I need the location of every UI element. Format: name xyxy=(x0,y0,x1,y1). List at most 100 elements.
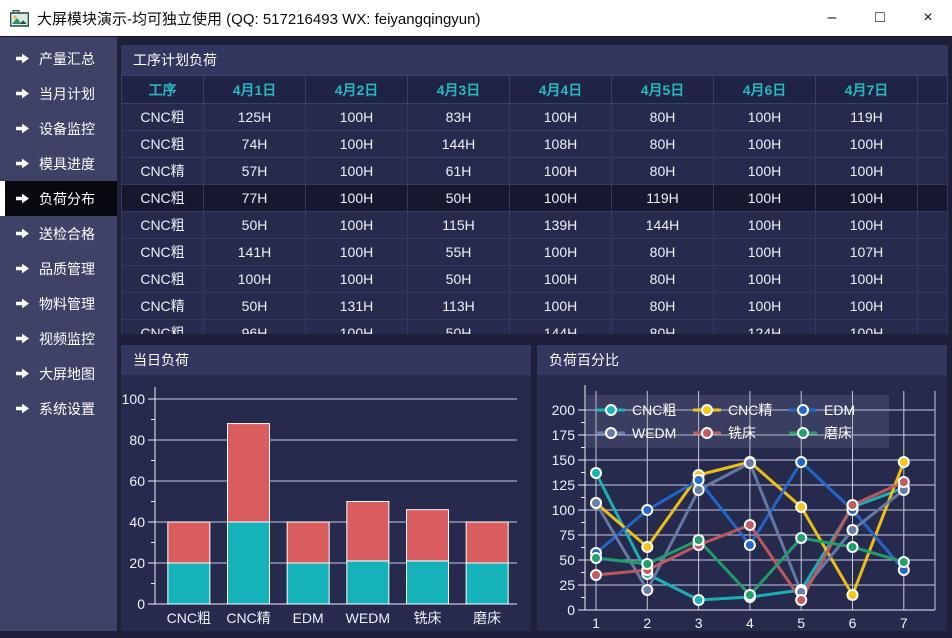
sidebar-item-label: 大屏地图 xyxy=(39,364,95,384)
column-header-empty xyxy=(918,76,948,104)
sidebar-item-label: 当月计划 xyxy=(39,84,95,104)
arrow-icon xyxy=(16,228,29,239)
svg-text:125: 125 xyxy=(552,477,576,493)
hours-cell: 139H xyxy=(510,212,612,239)
hours-cell: 119H xyxy=(816,104,918,131)
arrow-icon xyxy=(16,123,29,134)
legend-item-EDM[interactable]: EDM xyxy=(789,400,877,420)
table-row[interactable]: CNC粗77H100H50H100H119H100H100H xyxy=(122,185,948,212)
legend-label: WEDM xyxy=(632,425,676,441)
window-title: 大屏模块演示-均可独立使用 (QQ: 517216493 WX: feiyang… xyxy=(37,8,808,29)
svg-text:100: 100 xyxy=(122,391,146,407)
process-load-panel: 工序计划负荷 工序4月1日4月2日4月3日4月4日4月5日4月6日4月7日 CN… xyxy=(121,45,948,334)
legend-item-铣床[interactable]: 铣床 xyxy=(693,423,781,443)
legend-marker-icon xyxy=(789,426,817,440)
hours-cell: 100H xyxy=(714,104,816,131)
legend-item-WEDM[interactable]: WEDM xyxy=(597,423,685,443)
legend-label: EDM xyxy=(824,402,855,418)
svg-text:150: 150 xyxy=(552,452,576,468)
legend-item-磨床[interactable]: 磨床 xyxy=(789,423,877,443)
svg-text:CNC粗: CNC粗 xyxy=(167,610,211,626)
sidebar-item-label: 模具进度 xyxy=(39,154,95,174)
hours-cell: 80H xyxy=(612,239,714,266)
hours-cell: 77H xyxy=(204,185,306,212)
load-percent-header: 负荷百分比 xyxy=(537,345,947,375)
hours-cell: 125H xyxy=(204,104,306,131)
app-frame: 产量汇总当月计划设备监控模具进度负荷分布送检合格品质管理物料管理视频监控大屏地图… xyxy=(0,36,952,638)
sidebar-item-label: 送检合格 xyxy=(39,224,95,244)
table-row[interactable]: CNC粗141H100H55H100H80H100H107H xyxy=(122,239,948,266)
sidebar-item-设备监控[interactable]: 设备监控 xyxy=(0,111,117,146)
hours-cell: 100H xyxy=(510,266,612,293)
hours-cell: 100H xyxy=(306,320,408,335)
arrow-icon xyxy=(16,333,29,344)
hours-cell: 80H xyxy=(612,158,714,185)
table-row[interactable]: CNC粗125H100H83H100H80H100H119H xyxy=(122,104,948,131)
hours-cell: 74H xyxy=(204,131,306,158)
hours-cell: 100H xyxy=(714,239,816,266)
sidebar-item-当月计划[interactable]: 当月计划 xyxy=(0,76,117,111)
svg-text:WEDM: WEDM xyxy=(346,610,390,626)
window-titlebar: 大屏模块演示-均可独立使用 (QQ: 517216493 WX: feiyang… xyxy=(0,0,952,36)
sidebar-item-产量汇总[interactable]: 产量汇总 xyxy=(0,41,117,76)
daily-load-header: 当日负荷 xyxy=(121,345,531,375)
svg-text:75: 75 xyxy=(559,527,575,543)
daily-load-chart-body: 020406080100CNC粗CNC精EDMWEDM铣床磨床 xyxy=(121,375,531,631)
legend-item-CNC精[interactable]: CNC精 xyxy=(693,400,781,420)
hours-cell: 100H xyxy=(306,185,408,212)
sidebar-item-视频监控[interactable]: 视频监控 xyxy=(0,321,117,356)
maximize-button[interactable]: □ xyxy=(856,0,904,36)
svg-text:4: 4 xyxy=(746,615,754,631)
process-cell: CNC精 xyxy=(122,293,204,320)
process-table-wrap[interactable]: 工序4月1日4月2日4月3日4月4日4月5日4月6日4月7日 CNC粗125H1… xyxy=(121,75,948,334)
close-button[interactable]: × xyxy=(904,0,952,36)
table-row[interactable]: CNC粗74H100H144H108H80H100H100H xyxy=(122,131,948,158)
column-header: 4月1日 xyxy=(204,76,306,104)
table-row[interactable]: CNC粗100H100H50H100H80H100H100H xyxy=(122,266,948,293)
table-row[interactable]: CNC精50H131H113H100H80H100H100H xyxy=(122,293,948,320)
arrow-icon xyxy=(16,53,29,64)
hours-cell: 119H xyxy=(612,185,714,212)
sidebar-item-物料管理[interactable]: 物料管理 xyxy=(0,286,117,321)
table-row[interactable]: CNC粗96H100H50H144H80H124H100H xyxy=(122,320,948,335)
hours-cell: 100H xyxy=(816,266,918,293)
sidebar-item-系统设置[interactable]: 系统设置 xyxy=(0,391,117,426)
hours-cell: 100H xyxy=(714,185,816,212)
chart-legend[interactable]: CNC粗 CNC精 EDM WEDM 铣床磨床 xyxy=(585,395,889,448)
table-body: CNC粗125H100H83H100H80H100H119HCNC粗74H100… xyxy=(122,104,948,335)
arrow-icon xyxy=(16,403,29,414)
sidebar-item-负荷分布[interactable]: 负荷分布 xyxy=(0,181,117,216)
sidebar-item-模具进度[interactable]: 模具进度 xyxy=(0,146,117,181)
hours-cell: 100H xyxy=(816,293,918,320)
empty-cell xyxy=(918,239,948,266)
sidebar-item-送检合格[interactable]: 送检合格 xyxy=(0,216,117,251)
hours-cell: 108H xyxy=(510,131,612,158)
hours-cell: 100H xyxy=(510,158,612,185)
column-header: 4月6日 xyxy=(714,76,816,104)
hours-cell: 100H xyxy=(714,293,816,320)
hours-cell: 80H xyxy=(612,320,714,335)
hours-cell: 141H xyxy=(204,239,306,266)
sidebar-item-品质管理[interactable]: 品质管理 xyxy=(0,251,117,286)
sidebar-item-大屏地图[interactable]: 大屏地图 xyxy=(0,356,117,391)
hours-cell: 50H xyxy=(204,212,306,239)
empty-cell xyxy=(918,293,948,320)
process-panel-title: 工序计划负荷 xyxy=(133,50,217,70)
table-row[interactable]: CNC精57H100H61H100H80H100H100H xyxy=(122,158,948,185)
sidebar-item-label: 物料管理 xyxy=(39,294,95,314)
svg-text:6: 6 xyxy=(849,615,857,631)
svg-text:40: 40 xyxy=(129,514,145,530)
svg-text:CNC精: CNC精 xyxy=(226,610,270,626)
hours-cell: 100H xyxy=(816,212,918,239)
table-row[interactable]: CNC粗50H100H115H139H144H100H100H xyxy=(122,212,948,239)
minimize-button[interactable]: – xyxy=(808,0,856,36)
column-header: 4月7日 xyxy=(816,76,918,104)
legend-item-CNC粗[interactable]: CNC粗 xyxy=(597,400,685,420)
hours-cell: 100H xyxy=(306,239,408,266)
column-header: 4月3日 xyxy=(408,76,510,104)
svg-text:7: 7 xyxy=(900,615,908,631)
hours-cell: 100H xyxy=(306,104,408,131)
process-cell: CNC粗 xyxy=(122,239,204,266)
hours-cell: 131H xyxy=(306,293,408,320)
hours-cell: 124H xyxy=(714,320,816,335)
